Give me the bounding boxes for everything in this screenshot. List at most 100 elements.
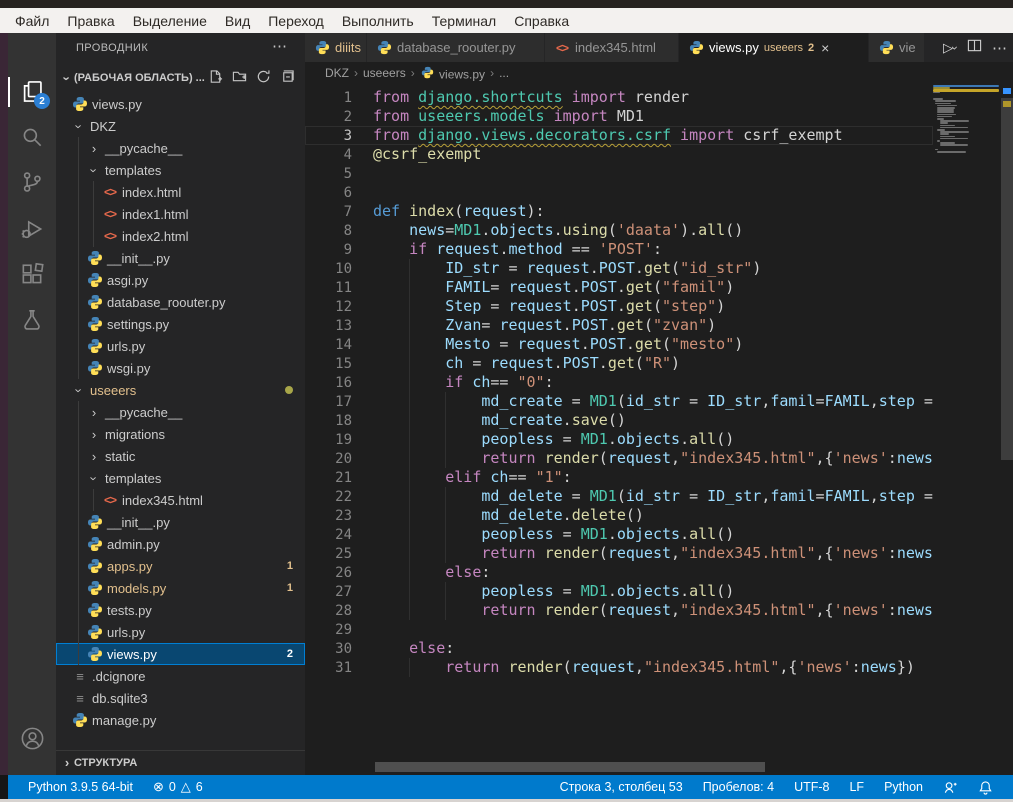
tree-item-init-py[interactable]: __init__.py — [56, 247, 305, 269]
breadcrumb-item-views-py[interactable]: views.py — [420, 64, 485, 82]
minimap[interactable] — [933, 85, 1001, 285]
horizontal-scrollbar[interactable] — [375, 762, 765, 772]
run-debug-icon[interactable] — [8, 209, 56, 249]
code-line-6[interactable]: 6 — [305, 183, 933, 202]
tree-item-db-sqlite3[interactable]: ≡db.sqlite3 — [56, 687, 305, 709]
code-line-26[interactable]: 26 else: — [305, 563, 933, 582]
tree-item-index2-html[interactable]: <>index2.html — [56, 225, 305, 247]
status-eol[interactable]: LF — [841, 775, 872, 799]
tree-item-templates[interactable]: ›templates — [56, 159, 305, 181]
code-line-21[interactable]: 21 elif ch== "1": — [305, 468, 933, 487]
tree-item-dcignore[interactable]: ≡.dcignore — [56, 665, 305, 687]
code-line-30[interactable]: 30 else: — [305, 639, 933, 658]
tree-item-pycache[interactable]: ›__pycache__ — [56, 137, 305, 159]
menu-item-справка[interactable]: Справка — [505, 11, 578, 31]
code-line-27[interactable]: 27 peopless = MD1.objects.all() — [305, 582, 933, 601]
code-line-17[interactable]: 17 md_create = MD1(id_str = ID_str,famil… — [305, 392, 933, 411]
code-line-8[interactable]: 8 news=MD1.objects.using('daata').all() — [305, 221, 933, 240]
testing-icon[interactable] — [8, 300, 56, 340]
code-line-19[interactable]: 19 peopless = MD1.objects.all() — [305, 430, 933, 449]
tree-item-urls-py[interactable]: urls.py — [56, 335, 305, 357]
status-python-version[interactable]: Python 3.9.5 64-bit — [20, 775, 141, 799]
tree-item-dkz[interactable]: ›DKZ — [56, 115, 305, 137]
tree-item-views-py[interactable]: views.py — [56, 93, 305, 115]
code-line-3[interactable]: 3from django.views.decorators.csrf impor… — [305, 126, 933, 145]
menu-item-терминал[interactable]: Терминал — [423, 11, 505, 31]
code-line-10[interactable]: 10 ID_str = request.POST.get("id_str") — [305, 259, 933, 278]
code-line-14[interactable]: 14 Mesto = request.POST.get("mesto") — [305, 335, 933, 354]
code-line-2[interactable]: 2from useeers.models import MD1 — [305, 107, 933, 126]
code-line-7[interactable]: 7def index(request): — [305, 202, 933, 221]
code-line-24[interactable]: 24 peopless = MD1.objects.all() — [305, 525, 933, 544]
tree-item-database-roouter-py[interactable]: database_roouter.py — [56, 291, 305, 313]
new-folder-icon[interactable] — [232, 69, 247, 89]
tree-item-views-py[interactable]: views.py2 — [56, 643, 305, 665]
new-file-icon[interactable] — [208, 69, 223, 89]
outline-section-header[interactable]: › СТРУКТУРА — [56, 750, 305, 774]
code-line-22[interactable]: 22 md_delete = MD1(id_str = ID_str,famil… — [305, 487, 933, 506]
code-line-28[interactable]: 28 return render(request,"index345.html"… — [305, 601, 933, 620]
menu-item-вид[interactable]: Вид — [216, 11, 259, 31]
code-line-16[interactable]: 16 if ch== "0": — [305, 373, 933, 392]
tree-item-wsgi-py[interactable]: wsgi.py — [56, 357, 305, 379]
code-line-18[interactable]: 18 md_create.save() — [305, 411, 933, 430]
tree-item-manage-py[interactable]: manage.py — [56, 709, 305, 731]
feedback-icon[interactable] — [935, 775, 966, 799]
code-line-20[interactable]: 20 return render(request,"index345.html"… — [305, 449, 933, 468]
tab-vie[interactable]: vie — [869, 33, 925, 62]
code-line-13[interactable]: 13 Zvan= request.POST.get("zvan") — [305, 316, 933, 335]
tab-database-roouter-py[interactable]: database_roouter.py — [367, 33, 545, 62]
tree-item-templates[interactable]: ›templates — [56, 467, 305, 489]
code-line-9[interactable]: 9 if request.method == 'POST': — [305, 240, 933, 259]
tree-item-static[interactable]: ›static — [56, 445, 305, 467]
explorer-icon[interactable]: 2 — [8, 71, 56, 111]
notifications-bell-icon[interactable] — [970, 775, 1001, 799]
tree-item-admin-py[interactable]: admin.py — [56, 533, 305, 555]
tree-item-asgi-py[interactable]: asgi.py — [56, 269, 305, 291]
menu-item-правка[interactable]: Правка — [58, 11, 123, 31]
breadcrumb-item-dkz[interactable]: DKZ — [325, 66, 349, 80]
code-editor[interactable]: 1from django.shortcuts import render2fro… — [305, 84, 933, 764]
code-line-23[interactable]: 23 md_delete.delete() — [305, 506, 933, 525]
tree-item-index345-html[interactable]: <>index345.html — [56, 489, 305, 511]
source-control-icon[interactable] — [8, 162, 56, 202]
status-cursor-position[interactable]: Строка 3, столбец 53 — [552, 775, 691, 799]
status-problems[interactable]: ⊗ 0 △ 6 — [145, 775, 211, 799]
tree-item-models-py[interactable]: models.py1 — [56, 577, 305, 599]
code-line-5[interactable]: 5 — [305, 164, 933, 183]
refresh-icon[interactable] — [256, 69, 271, 89]
menu-item-переход[interactable]: Переход — [259, 11, 333, 31]
status-language-mode[interactable]: Python — [876, 775, 931, 799]
breadcrumb-item-[interactable]: ... — [499, 66, 509, 80]
split-editor-icon[interactable] — [967, 38, 982, 58]
run-python-file-icon[interactable]: ▷› — [943, 39, 957, 57]
sidebar-more-actions-icon[interactable]: ⋯ — [272, 37, 287, 55]
tree-item-useeers[interactable]: ›useeers — [56, 379, 305, 401]
menu-item-выделение[interactable]: Выделение — [124, 11, 216, 31]
tree-item-init-py[interactable]: __init__.py — [56, 511, 305, 533]
code-line-31[interactable]: 31 return render(request,"index345.html"… — [305, 658, 933, 677]
account-icon[interactable] — [8, 718, 56, 758]
tree-item-urls-py[interactable]: urls.py — [56, 621, 305, 643]
close-icon[interactable]: × — [821, 40, 829, 56]
code-line-4[interactable]: 4@csrf_exempt — [305, 145, 933, 164]
menu-item-файл[interactable]: Файл — [6, 11, 58, 31]
code-line-29[interactable]: 29 — [305, 620, 933, 639]
tree-item-migrations[interactable]: ›migrations — [56, 423, 305, 445]
tree-item-pycache[interactable]: ›__pycache__ — [56, 401, 305, 423]
tab-index345-html[interactable]: <>index345.html — [545, 33, 679, 62]
menu-item-выполнить[interactable]: Выполнить — [333, 11, 423, 31]
code-line-1[interactable]: 1from django.shortcuts import render — [305, 88, 933, 107]
tab-diiits[interactable]: diiits2 — [305, 33, 367, 62]
search-icon[interactable] — [8, 117, 56, 157]
code-line-15[interactable]: 15 ch = request.POST.get("R") — [305, 354, 933, 373]
status-encoding[interactable]: UTF-8 — [786, 775, 837, 799]
code-line-25[interactable]: 25 return render(request,"index345.html"… — [305, 544, 933, 563]
status-indentation[interactable]: Пробелов: 4 — [695, 775, 782, 799]
vertical-scrollbar[interactable] — [1001, 98, 1013, 460]
tree-item-tests-py[interactable]: tests.py — [56, 599, 305, 621]
extensions-icon[interactable] — [8, 255, 56, 295]
code-line-11[interactable]: 11 FAMIL= request.POST.get("famil") — [305, 278, 933, 297]
tree-item-settings-py[interactable]: settings.py — [56, 313, 305, 335]
tree-item-index-html[interactable]: <>index.html — [56, 181, 305, 203]
